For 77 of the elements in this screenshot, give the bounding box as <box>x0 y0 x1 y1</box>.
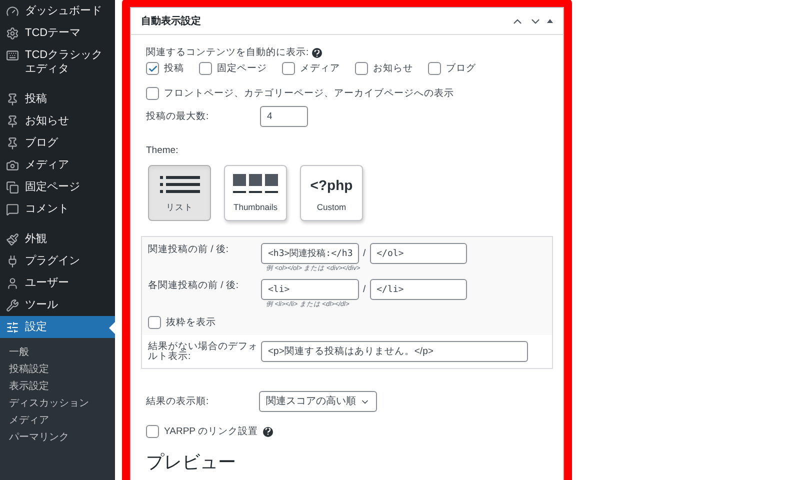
sliders-icon <box>6 321 19 334</box>
field-label: 投稿の最大数: <box>146 111 210 123</box>
sidebar-item[interactable]: ユーザー <box>0 272 115 294</box>
checkbox-label: メディア <box>300 62 340 74</box>
text-field[interactable]: <p>関連する投稿はありません。</p> <box>261 341 528 362</box>
gauge-icon <box>6 5 19 18</box>
sidebar-item[interactable]: お知らせ <box>0 110 115 132</box>
text-field[interactable]: <li> <box>261 279 359 300</box>
field-label: 各関連投稿の前 / 後: <box>148 279 240 292</box>
sidebar-item[interactable]: TCDテーマ <box>0 22 115 44</box>
php-label: <?php <box>310 176 353 195</box>
theme-option[interactable]: <?php Custom <box>300 165 363 221</box>
submenu-item[interactable]: 投稿設定 <box>0 361 115 378</box>
thumbnails-icon <box>232 174 278 196</box>
keyboard-icon <box>6 49 19 62</box>
help-icon[interactable] <box>262 426 273 436</box>
gear-icon <box>6 27 19 40</box>
panel-title: 自動表示設定 <box>141 14 201 28</box>
sidebar-item[interactable]: プラグイン <box>0 250 115 272</box>
brush-icon <box>6 233 19 246</box>
checkbox-label: 固定ページ <box>217 62 267 74</box>
submenu-item[interactable]: メディア <box>0 412 115 429</box>
sidebar-item[interactable]: 固定ページ <box>0 176 115 198</box>
theme-option[interactable]: Thumbnails <box>224 165 287 221</box>
field-label: Theme: <box>146 145 180 157</box>
checkbox-label: フロントページ、カテゴリーページ、アーカイブページへの表示 <box>164 88 454 100</box>
submenu-item[interactable]: パーマリンク <box>0 429 115 446</box>
sidebar-item[interactable]: 外観 <box>0 228 115 250</box>
checkbox-label: YARPP のリンク設置 <box>164 426 258 438</box>
collapse-icon[interactable] <box>547 19 553 23</box>
wrench-icon <box>6 299 19 312</box>
text-field[interactable]: <h3>関連投稿:</h3 <box>261 243 359 264</box>
checkbox-label: お知らせ <box>373 62 413 74</box>
comment-icon <box>6 203 19 216</box>
sidebar-item[interactable]: TCDクラシックエディタ <box>0 44 115 80</box>
pin-icon <box>6 93 19 106</box>
checkbox[interactable] <box>428 62 441 75</box>
number-field[interactable]: 4 <box>260 106 308 127</box>
sidebar-item[interactable]: ツール <box>0 294 115 316</box>
sidebar-item[interactable]: コメント <box>0 198 115 220</box>
checkbox[interactable] <box>146 62 159 75</box>
text-field[interactable]: </ol> <box>370 243 467 264</box>
user-icon <box>6 277 19 290</box>
pin-icon <box>6 115 19 128</box>
checkbox[interactable] <box>199 62 212 75</box>
text-field[interactable]: </li> <box>370 279 467 300</box>
field-label: 関連投稿の前 / 後: <box>148 243 230 256</box>
theme-option[interactable]: リスト <box>148 165 211 221</box>
separator-label: / <box>363 248 366 260</box>
sidebar-item[interactable]: ダッシュボード <box>0 0 115 22</box>
submenu-item[interactable]: 一般 <box>0 344 115 361</box>
checkbox-label: ブログ <box>446 62 476 74</box>
separator-label: / <box>363 284 366 296</box>
section-heading: プレビュー <box>146 451 237 473</box>
sidebar-item[interactable]: 設定 <box>0 316 115 338</box>
checkbox[interactable] <box>146 425 159 438</box>
submenu-item[interactable]: ディスカッション <box>0 395 115 412</box>
pin-icon <box>6 137 19 150</box>
checkbox-label: 抜粋を表示 <box>166 316 216 328</box>
plug-icon <box>6 255 19 268</box>
checkbox[interactable] <box>282 62 295 75</box>
order-dropdown[interactable]: 関連スコアの高い順 <box>259 391 377 412</box>
help-icon[interactable] <box>312 48 322 58</box>
submenu-item[interactable]: 表示設定 <box>0 378 115 395</box>
sidebar-item[interactable]: 投稿 <box>0 88 115 110</box>
field-label: 結果がない場合のデフォルト表示: <box>148 342 259 362</box>
pages-icon <box>6 181 19 194</box>
checkbox[interactable] <box>355 62 368 75</box>
field-label: 結果の表示順: <box>146 396 210 408</box>
checkbox[interactable] <box>148 316 161 329</box>
sidebar-item[interactable]: ブログ <box>0 132 115 154</box>
list-icon <box>160 174 200 196</box>
camera-icon <box>6 159 19 172</box>
checkbox-label: 投稿 <box>164 62 184 74</box>
field-label: 関連するコンテンツを自動的に表示: <box>146 47 309 59</box>
checkbox[interactable] <box>146 87 159 100</box>
sidebar-item[interactable]: メディア <box>0 154 115 176</box>
